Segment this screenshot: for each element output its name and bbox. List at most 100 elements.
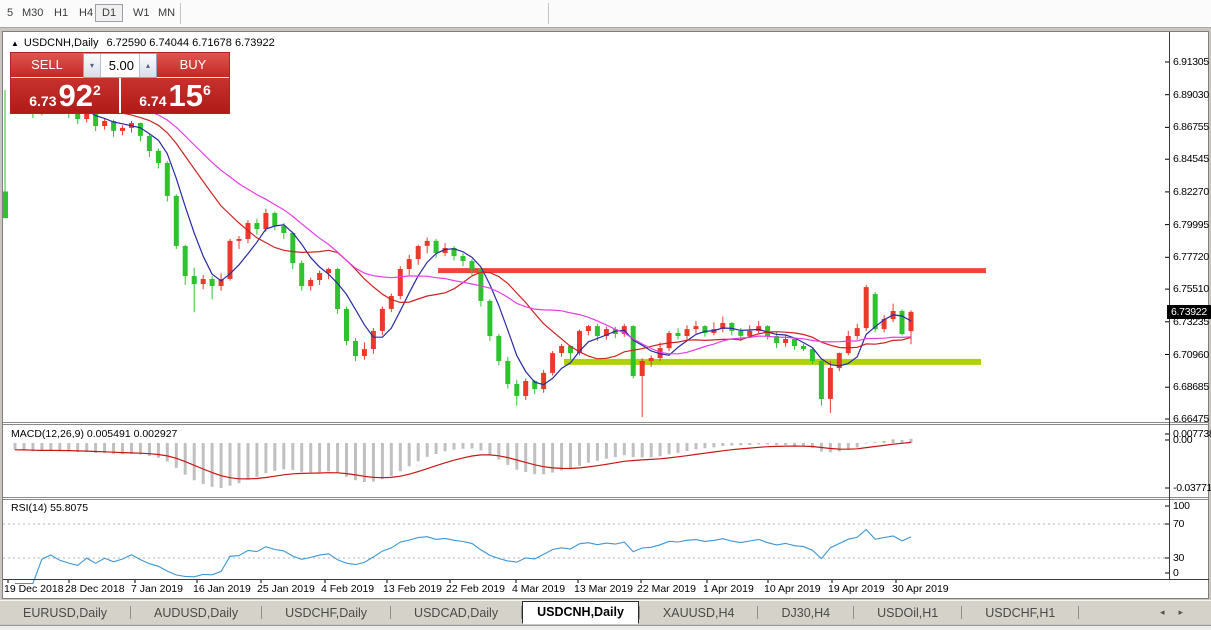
timeframe-button-h1[interactable]: H1 <box>50 5 72 21</box>
date-axis-label: 16 Jan 2019 <box>193 583 251 595</box>
macd-label: MACD(12,26,9) 0.005491 0.002927 <box>11 428 178 440</box>
candle <box>353 341 358 357</box>
candle <box>146 136 152 151</box>
date-axis-label: 22 Feb 2019 <box>446 583 505 595</box>
date-axis-label: 7 Jan 2019 <box>131 583 183 595</box>
candle <box>514 384 520 396</box>
date-axis-label: 28 Dec 2018 <box>65 583 125 595</box>
candle <box>317 273 323 280</box>
candle <box>594 326 600 336</box>
candle <box>299 263 305 287</box>
candle <box>191 276 197 285</box>
candle <box>845 336 851 354</box>
tab-usdchf[interactable]: USDCHF,Daily <box>262 602 390 624</box>
tab-usdchf[interactable]: USDCHF,H1 <box>962 602 1078 624</box>
volume-decrease-button[interactable]: ▾ <box>84 54 101 77</box>
tab-eurusd[interactable]: EURUSD,Daily <box>0 602 130 624</box>
chart-ohlc-values: 6.72590 6.74044 6.71678 6.73922 <box>106 37 275 49</box>
timeframe-button-d1[interactable]: D1 <box>95 4 124 22</box>
resistance-line[interactable] <box>438 268 986 274</box>
candle <box>505 361 511 384</box>
rsi-axis-label: 70 <box>1173 518 1185 530</box>
sell-price-big: 92 <box>58 78 93 113</box>
date-axis-label: 19 Dec 2018 <box>4 583 64 595</box>
candle <box>308 280 314 286</box>
price-axis-label: 6.84545 <box>1173 153 1209 165</box>
chevron-down-icon: ▾ <box>89 61 94 70</box>
buy-price[interactable]: 6.74 15 6 <box>121 78 229 113</box>
current-price-tag: 6.73922 <box>1167 305 1211 319</box>
candle <box>469 261 475 269</box>
candle <box>272 213 278 226</box>
candle <box>648 358 654 361</box>
candle <box>209 279 215 286</box>
candle <box>541 372 547 389</box>
timeframe-button-h4[interactable]: H4 <box>75 5 97 21</box>
candle <box>379 308 385 331</box>
candle <box>872 294 878 330</box>
candle <box>738 330 744 336</box>
candle <box>415 246 421 260</box>
candle <box>102 121 108 126</box>
candle <box>783 339 789 343</box>
rsi-axis-label: 100 <box>1173 500 1190 512</box>
date-axis-label: 22 Mar 2019 <box>637 583 696 595</box>
buy-button[interactable]: BUY <box>157 53 229 78</box>
date-axis-label: 1 Apr 2019 <box>703 583 754 595</box>
price-axis-label: 6.70960 <box>1173 349 1209 361</box>
candle <box>818 361 824 399</box>
tab-usdcad[interactable]: USDCAD,Daily <box>391 602 521 624</box>
buy-price-sup: 6 <box>202 82 211 98</box>
sell-button[interactable]: SELL <box>11 53 83 78</box>
volume-spinner: ▾ 5.00 ▴ <box>83 53 157 78</box>
candle <box>75 113 81 119</box>
chart-surface[interactable] <box>3 32 1210 600</box>
candle <box>487 300 493 336</box>
candle <box>433 240 439 253</box>
timeframe-button-w1[interactable]: W1 <box>129 5 154 21</box>
candle <box>559 346 565 353</box>
price-axis-label: 6.82270 <box>1173 186 1209 198</box>
candle <box>523 381 529 396</box>
candle <box>801 346 806 349</box>
candle <box>182 246 188 277</box>
price-axis-label: 6.91305 <box>1173 56 1209 68</box>
tab-usdoil[interactable]: USDOil,H1 <box>854 602 961 624</box>
tab-scroll-left-icon[interactable]: ◂ <box>1160 607 1179 617</box>
tab-scroll-arrows: ◂▸ <box>1160 607 1197 618</box>
volume-increase-button[interactable]: ▴ <box>139 54 156 77</box>
price-axis-label: 6.75510 <box>1173 283 1209 295</box>
tab-usdcnh[interactable]: USDCNH,Daily <box>522 601 639 624</box>
collapse-arrow-icon[interactable]: ▲ <box>11 39 19 48</box>
candle <box>899 311 905 334</box>
rsi-line <box>15 528 912 585</box>
trade-panel: SELL ▾ 5.00 ▴ BUY 6.73 92 2 6.74 15 6 <box>11 53 229 113</box>
tab-scroll-right-icon[interactable]: ▸ <box>1178 607 1197 617</box>
chevron-up-icon: ▴ <box>145 61 150 70</box>
date-axis-label: 30 Apr 2019 <box>892 583 949 595</box>
date-axis-label: 19 Apr 2019 <box>828 583 885 595</box>
price-axis-label: 6.66475 <box>1173 413 1209 425</box>
timeframe-button-mn[interactable]: MN <box>154 5 179 21</box>
macd-axis-label: 0.00 <box>1173 434 1193 446</box>
candle <box>406 259 412 269</box>
chart-window: ▲ USDCNH,Daily 6.72590 6.74044 6.71678 6.7… <box>2 31 1211 600</box>
tab-xauusd[interactable]: XAUUSD,H4 <box>640 602 758 624</box>
candle <box>747 330 753 336</box>
tab-audusd[interactable]: AUDUSD,Daily <box>131 602 261 624</box>
candle <box>729 323 735 331</box>
candle <box>639 361 645 376</box>
volume-input[interactable]: 5.00 <box>101 54 139 77</box>
timeframe-toolbar: 5 M30 H1 H4 D1 W1 MN <box>0 0 1211 28</box>
candle <box>550 353 556 373</box>
timeframe-button-5[interactable]: 5 <box>3 5 17 21</box>
tab-dj30[interactable]: DJ30,H4 <box>758 602 853 624</box>
date-axis-label: 4 Mar 2019 <box>512 583 566 595</box>
candle <box>827 368 833 399</box>
candle <box>84 113 90 119</box>
timeframe-button-m30[interactable]: M30 <box>18 5 47 21</box>
candle <box>263 213 269 229</box>
support-line[interactable] <box>564 358 981 365</box>
sell-price[interactable]: 6.73 92 2 <box>11 78 119 113</box>
rsi-axis-label: 0 <box>1173 567 1179 579</box>
